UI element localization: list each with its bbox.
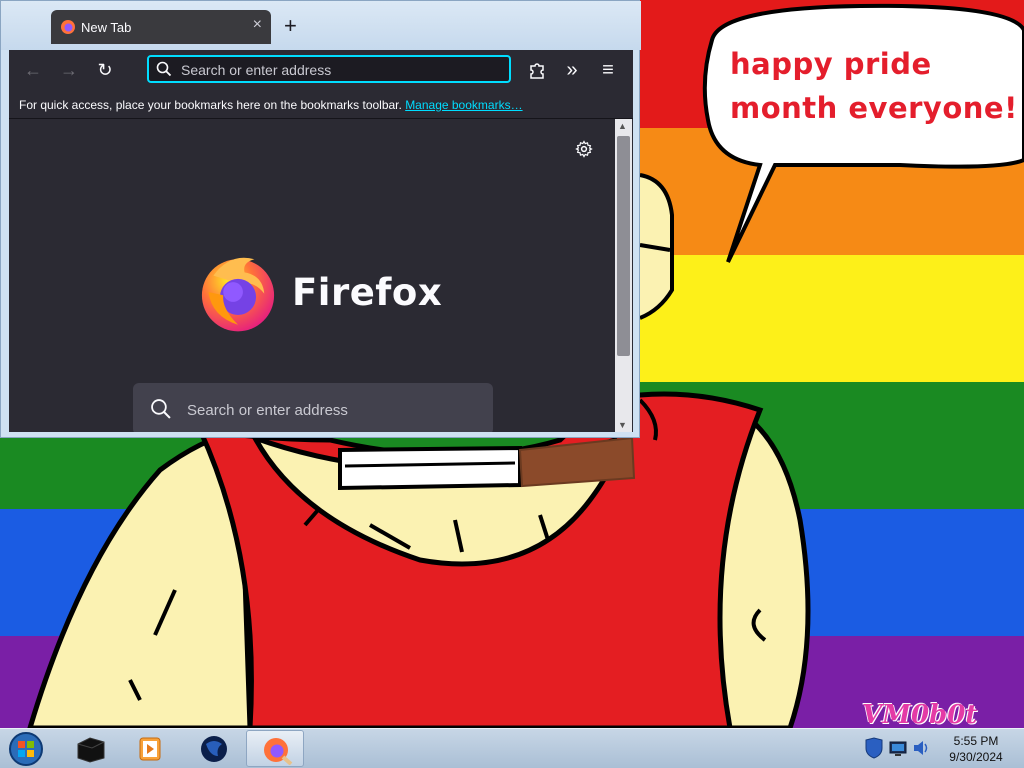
taskbar: 5:55 PM 9/30/2024 bbox=[0, 728, 1024, 768]
back-button[interactable]: ← bbox=[21, 59, 45, 81]
search-icon bbox=[156, 61, 172, 77]
scroll-up-arrow[interactable]: ▲ bbox=[618, 121, 627, 131]
close-icon[interactable]: × bbox=[253, 16, 262, 34]
clock-time: 5:55 PM bbox=[953, 734, 999, 748]
media-player-icon bbox=[139, 737, 161, 761]
scroll-down-arrow[interactable]: ▼ bbox=[618, 420, 627, 430]
newtab-search-box[interactable] bbox=[133, 383, 493, 432]
firefox-icon bbox=[264, 738, 293, 765]
taskbar-clock[interactable]: 5:55 PM 9/30/2024 bbox=[936, 733, 1016, 765]
hamburger-menu-button[interactable]: ≡ bbox=[596, 59, 620, 81]
new-tab-button[interactable]: + bbox=[284, 15, 297, 37]
manage-bookmarks-link[interactable]: Manage bookmarks… bbox=[405, 98, 522, 112]
firefox-logo-icon bbox=[201, 257, 275, 332]
overflow-menu-button[interactable]: » bbox=[560, 59, 584, 81]
globe-icon bbox=[201, 736, 227, 762]
taskbar-terminal[interactable] bbox=[60, 730, 118, 767]
speech-bubble-text: happy pride month everyone! bbox=[730, 47, 1018, 125]
shield-icon[interactable] bbox=[865, 737, 883, 759]
search-icon bbox=[151, 399, 171, 419]
gear-icon[interactable] bbox=[575, 140, 593, 158]
new-tab-page: Firefox bbox=[9, 119, 633, 432]
forward-button[interactable]: → bbox=[57, 59, 81, 81]
reload-button[interactable]: ↻ bbox=[93, 59, 117, 81]
address-bar[interactable] bbox=[147, 55, 511, 83]
firefox-window: New Tab × + ← → ↻ » ≡ For quick access, … bbox=[0, 0, 641, 438]
firefox-wordmark: Firefox bbox=[292, 271, 443, 314]
taskbar-globe-browser[interactable] bbox=[184, 730, 242, 767]
tab-title: New Tab bbox=[81, 20, 132, 35]
terminal-icon bbox=[77, 737, 105, 763]
volume-icon[interactable] bbox=[914, 741, 928, 755]
bookmarks-hint: For quick access, place your bookmarks h… bbox=[19, 98, 523, 112]
scrollbar-thumb[interactable] bbox=[617, 136, 630, 356]
system-tray bbox=[862, 737, 932, 764]
window-tabstrip: New Tab × + bbox=[1, 1, 641, 50]
puzzle-icon[interactable] bbox=[528, 61, 546, 79]
newtab-search-input[interactable] bbox=[185, 397, 479, 423]
start-orb-icon[interactable] bbox=[6, 731, 46, 767]
address-input[interactable] bbox=[179, 59, 503, 81]
vertical-scrollbar[interactable]: ▲ ▼ bbox=[615, 119, 632, 432]
navigation-toolbar: ← → ↻ » ≡ bbox=[9, 50, 633, 90]
tab-new-tab[interactable]: New Tab × bbox=[51, 10, 271, 44]
firefox-icon bbox=[61, 20, 75, 34]
taskbar-firefox[interactable] bbox=[246, 730, 304, 767]
network-icon[interactable] bbox=[889, 741, 907, 756]
clock-date: 9/30/2024 bbox=[949, 750, 1003, 764]
watermark-signature: VM0b0t bbox=[862, 700, 978, 728]
taskbar-media-player[interactable] bbox=[120, 730, 178, 767]
bookmarks-toolbar: For quick access, place your bookmarks h… bbox=[9, 90, 633, 119]
